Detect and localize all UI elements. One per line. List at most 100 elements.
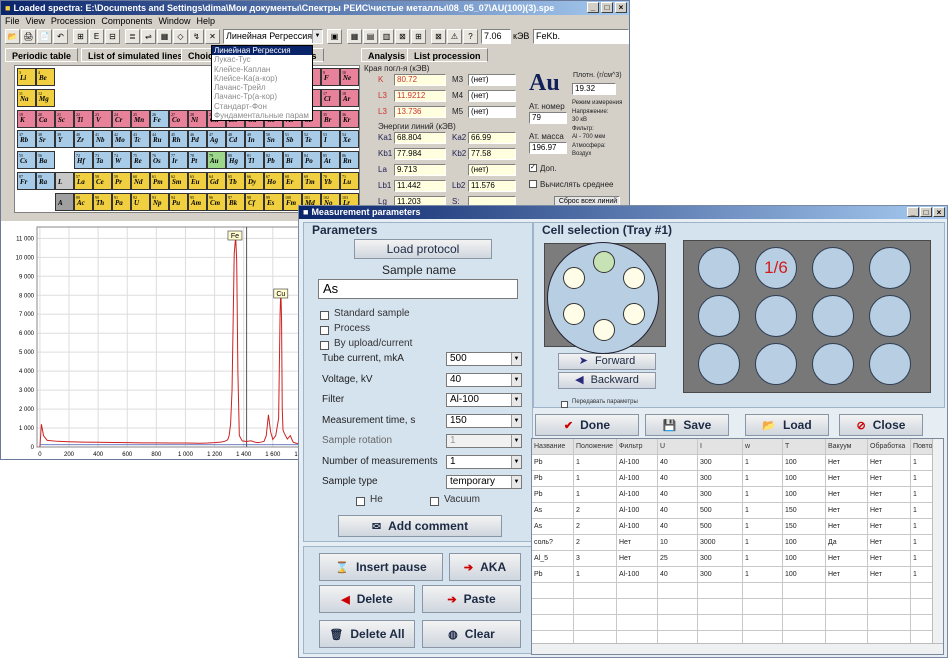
checkbox-2[interactable] <box>320 341 329 350</box>
average-checkbox[interactable] <box>529 180 537 188</box>
toolbar-button-r1[interactable]: ▦ <box>347 29 362 44</box>
element-tl[interactable]: 81 Tl <box>245 151 264 170</box>
element-u[interactable]: 92 U <box>131 192 150 211</box>
element-ag[interactable]: 47 Ag <box>207 130 226 149</box>
element-zr[interactable]: 40 Zr <box>74 130 93 149</box>
element-w[interactable]: 74 W <box>112 151 131 170</box>
tray-cell-4[interactable] <box>869 247 911 289</box>
chevron-down-icon[interactable]: ▼ <box>511 414 521 427</box>
element-be[interactable]: 4 Be <box>36 68 55 86</box>
dropdown-option[interactable]: Клейсе-Каплан <box>212 65 312 74</box>
toolbar-button-8[interactable]: ⇌ <box>141 29 156 44</box>
element-ta[interactable]: 73 Ta <box>93 151 112 170</box>
tray-cell-7[interactable] <box>812 295 854 337</box>
element-th[interactable]: 90 Th <box>93 192 112 211</box>
element-re[interactable]: 75 Re <box>131 151 150 170</box>
element-k[interactable]: 19 K <box>17 109 36 128</box>
tray-cell-8[interactable] <box>869 295 911 337</box>
element-ne[interactable]: 10 Ne <box>340 68 359 86</box>
toolbar-button-r3[interactable]: ▥ <box>379 29 394 44</box>
tray-cell-6[interactable] <box>755 295 797 337</box>
toolbar-button-4[interactable]: ⊞ <box>73 29 88 44</box>
delete-button[interactable]: ◀ Delete <box>319 585 415 613</box>
table-row[interactable]: Pb 1 Al-100 40 300 1 100 Нет Нет 1 <box>532 487 943 503</box>
backward-button[interactable]: ◀ Backward <box>558 372 656 389</box>
toolbar-button-9[interactable]: ▦ <box>157 29 172 44</box>
element-hf[interactable]: 72 Hf <box>74 151 93 170</box>
element-po[interactable]: 84 Po <box>302 151 321 170</box>
element-bi[interactable]: 83 Bi <box>283 151 302 170</box>
tray-cell-1[interactable] <box>698 247 740 289</box>
element-es[interactable]: 99 Es <box>264 192 283 211</box>
chevron-down-icon[interactable]: ▼ <box>511 455 521 468</box>
menu-view[interactable]: View <box>26 16 45 26</box>
carousel-slot-1[interactable] <box>593 251 615 273</box>
element-ac[interactable]: 89 Ac <box>74 192 93 211</box>
table-row[interactable]: As 2 Al-100 40 500 1 150 Нет Нет 1 <box>532 519 943 535</box>
element-te[interactable]: 52 Te <box>302 130 321 149</box>
toolbar-button-6[interactable]: ⊟ <box>105 29 120 44</box>
toolbar-button-r0[interactable]: ▣ <box>327 29 342 44</box>
carousel-slot-6[interactable] <box>563 267 585 289</box>
element-nd[interactable]: 60 Nd <box>131 172 150 190</box>
element-la[interactable]: 57 La <box>74 172 93 190</box>
table-row-empty[interactable] <box>532 583 943 599</box>
element-ir[interactable]: 77 Ir <box>169 151 188 170</box>
element-yb[interactable]: 70 Yb <box>321 172 340 190</box>
element-pr[interactable]: 59 Pr <box>112 172 131 190</box>
element-sb[interactable]: 51 Sb <box>283 130 302 149</box>
element-ce[interactable]: 58 Ce <box>93 172 112 190</box>
atm-checkbox-0[interactable] <box>356 497 365 506</box>
menu-help[interactable]: Help <box>196 16 215 26</box>
element-sc[interactable]: 21 Sc <box>55 109 74 128</box>
checkbox-0[interactable] <box>320 311 329 320</box>
line-input[interactable]: FeKb. <box>533 29 629 44</box>
field-select[interactable]: 40 ▼ <box>446 372 522 387</box>
element-ca[interactable]: 20 Ca <box>36 109 55 128</box>
element-cd[interactable]: 48 Cd <box>226 130 245 149</box>
element-au[interactable]: 79 Au <box>207 151 226 170</box>
carousel-slot-3[interactable] <box>623 303 645 325</box>
carousel-slot-5[interactable] <box>563 303 585 325</box>
dop-checkbox[interactable]: ✓ <box>529 164 537 172</box>
toolbar-button-0[interactable]: 📂 <box>5 29 20 44</box>
element-ti[interactable]: 22 Ti <box>74 109 93 128</box>
load-button[interactable]: 📂 Load <box>745 414 829 436</box>
toolbar-button-10[interactable]: ◇ <box>173 29 188 44</box>
field-select[interactable]: Al-100 ▼ <box>446 393 522 407</box>
minimize-button[interactable]: _ <box>587 2 599 13</box>
dropdown-option[interactable]: Лукас-Тус <box>212 55 312 64</box>
table-row[interactable]: Al_5 3 Нет 25 300 1 100 Нет Нет 1 <box>532 551 943 567</box>
maximize-button[interactable]: □ <box>601 2 613 13</box>
element-xe[interactable]: 54 Xe <box>340 130 359 149</box>
element-pu[interactable]: 94 Pu <box>169 192 188 211</box>
element-pb[interactable]: 82 Pb <box>264 151 283 170</box>
load-protocol-button[interactable]: Load protocol <box>354 239 492 259</box>
dropdown-option[interactable]: Стандарт-Фон <box>212 102 312 111</box>
table-row[interactable]: Pb 1 Al-100 40 300 1 100 Нет Нет 1 <box>532 471 943 487</box>
element-in[interactable]: 49 In <box>245 130 264 149</box>
element-i[interactable]: 53 I <box>321 130 340 149</box>
element-pt[interactable]: 78 Pt <box>188 151 207 170</box>
dropdown-option-selected[interactable]: Линейная Регрессия <box>212 46 312 56</box>
element-li[interactable]: 3 Li <box>17 68 36 86</box>
clear-button[interactable]: ◍ Clear <box>422 620 521 648</box>
dropdown-option[interactable]: Лачанс-Трейл <box>212 83 312 92</box>
element-rn[interactable]: 86 Rn <box>340 151 359 170</box>
dialog-close-button[interactable]: × <box>933 207 945 217</box>
table-row[interactable]: Pb 1 Al-100 40 300 1 100 Нет Нет 1 <box>532 567 943 583</box>
element-rb[interactable]: 37 Rb <box>17 130 36 149</box>
forward-button[interactable]: ➤ Forward <box>558 353 656 370</box>
tray-cell-10[interactable] <box>755 343 797 385</box>
element-tc[interactable]: 43 Tc <box>131 130 150 149</box>
element-pd[interactable]: 46 Pd <box>188 130 207 149</box>
element-mo[interactable]: 42 Mo <box>112 130 131 149</box>
transfer-params-checkbox[interactable] <box>561 401 568 408</box>
table-horizontal-scrollbar[interactable] <box>532 643 943 654</box>
carousel-slot-4[interactable] <box>593 319 615 341</box>
tray-cell-5[interactable] <box>698 295 740 337</box>
toolbar-button-r2[interactable]: ▤ <box>363 29 378 44</box>
element-cr[interactable]: 24 Cr <box>112 109 131 128</box>
element-cm[interactable]: 96 Cm <box>207 192 226 211</box>
element-cl[interactable]: 17 Cl <box>321 88 340 107</box>
